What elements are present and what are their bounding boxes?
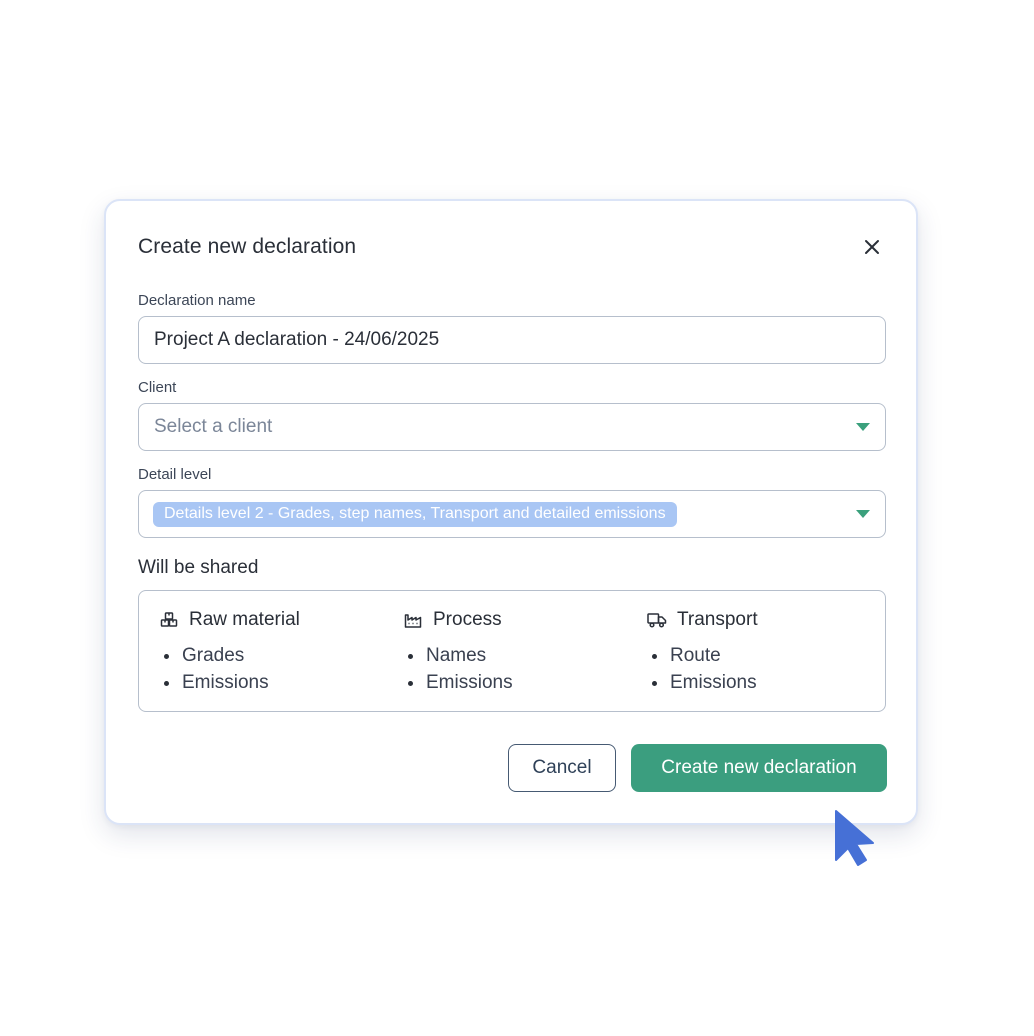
truck-icon bbox=[647, 610, 667, 630]
declaration-name-input[interactable] bbox=[154, 329, 870, 351]
dialog-title: Create new declaration bbox=[138, 235, 357, 258]
factory-icon bbox=[403, 610, 423, 630]
cancel-button[interactable]: Cancel bbox=[508, 744, 616, 792]
client-select[interactable]: Select a client bbox=[138, 403, 886, 451]
list-item: Grades bbox=[159, 642, 300, 669]
list-item: Route bbox=[647, 642, 758, 669]
declaration-name-field[interactable] bbox=[138, 316, 886, 364]
shared-column-transport: Transport Route Emissions bbox=[647, 607, 758, 696]
client-placeholder: Select a client bbox=[154, 416, 273, 437]
boxes-icon bbox=[159, 610, 179, 630]
shared-summary-box: Raw material Grades Emissions Process Na… bbox=[138, 590, 886, 712]
mouse-pointer-icon bbox=[835, 810, 874, 866]
chevron-down-icon bbox=[856, 423, 870, 431]
shared-column-process: Process Names Emissions bbox=[403, 607, 513, 696]
list-item: Names bbox=[403, 642, 513, 669]
list-item: Emissions bbox=[159, 669, 300, 696]
stage: Create new declaration Declaration name … bbox=[0, 0, 1034, 1036]
list-item: Emissions bbox=[647, 669, 758, 696]
shared-heading: Raw material bbox=[189, 609, 300, 630]
detail-level-chip[interactable]: Details level 2 - Grades, step names, Tr… bbox=[153, 501, 677, 527]
chevron-down-icon bbox=[856, 510, 870, 518]
shared-section-title: Will be shared bbox=[138, 557, 259, 578]
list-item: Emissions bbox=[403, 669, 513, 696]
declaration-name-label: Declaration name bbox=[138, 292, 256, 309]
detail-level-select[interactable]: Details level 2 - Grades, step names, Tr… bbox=[138, 490, 886, 538]
shared-heading: Process bbox=[433, 609, 502, 630]
detail-level-label: Detail level bbox=[138, 466, 212, 483]
create-declaration-button[interactable]: Create new declaration bbox=[631, 744, 887, 792]
client-label: Client bbox=[138, 379, 177, 396]
close-icon bbox=[865, 240, 879, 254]
create-declaration-dialog: Create new declaration Declaration name … bbox=[104, 199, 918, 825]
shared-column-raw-material: Raw material Grades Emissions bbox=[159, 607, 300, 696]
shared-heading: Transport bbox=[677, 609, 758, 630]
close-button[interactable] bbox=[858, 233, 886, 261]
